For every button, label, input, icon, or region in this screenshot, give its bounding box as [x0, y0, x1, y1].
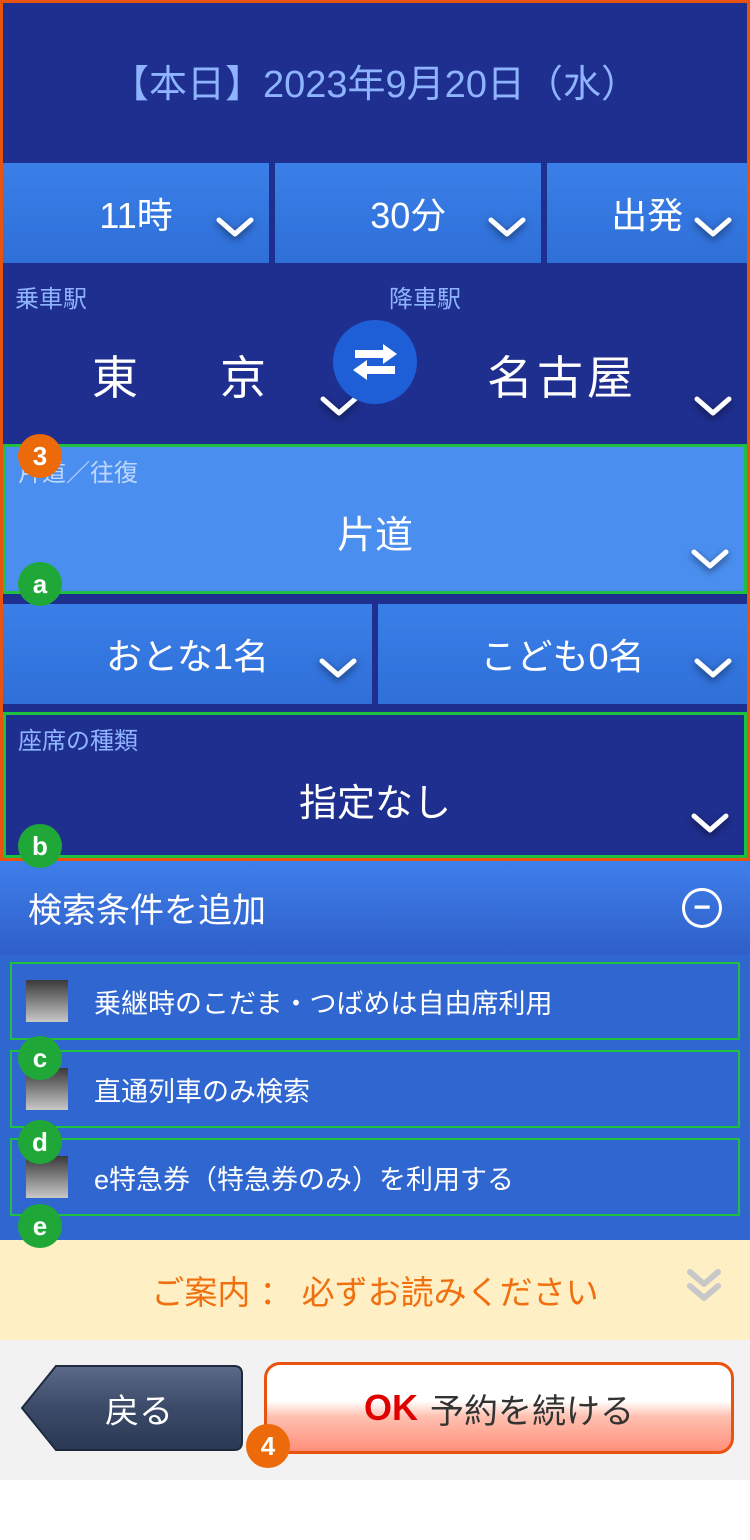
condition-direct-only[interactable]: 直通列車のみ検索 [10, 1050, 740, 1128]
from-station-name: 東 京 [15, 342, 361, 408]
from-label: 乗車駅 [15, 279, 361, 314]
ok-text: 予約を続ける [430, 1384, 634, 1433]
ok-continue-button[interactable]: OK 予約を続ける [264, 1362, 734, 1454]
annotation-e: e [18, 1204, 62, 1248]
trip-type-label: 片道／往復 [18, 453, 732, 488]
time-row: 11時 30分 出発 [3, 163, 747, 269]
condition-label: 乗継時のこだま・つばめは自由席利用 [94, 982, 552, 1021]
minute-value: 30分 [370, 187, 446, 239]
condition-kodama-free-seat[interactable]: 乗継時のこだま・つばめは自由席利用 [10, 962, 740, 1040]
annotation-3: 3 [18, 434, 62, 478]
chevron-down-icon [318, 648, 358, 690]
depart-value: 出発 [611, 187, 683, 239]
date-text: 【本日】2023年9月20日（水） [111, 64, 639, 106]
annotation-4: 4 [246, 1424, 290, 1468]
adult-value: おとな1名 [106, 628, 269, 680]
back-label: 戻る [105, 1384, 173, 1433]
swap-arrows-icon [349, 336, 401, 388]
to-station-name: 名古屋 [389, 342, 735, 408]
to-label: 降車駅 [389, 279, 735, 314]
collapse-icon: − [682, 888, 722, 928]
notice-expand[interactable]: ご案内 ： 必ずお読みください [0, 1240, 750, 1340]
chevron-down-icon [693, 207, 733, 249]
checkbox-icon[interactable] [26, 980, 68, 1022]
swap-stations-button[interactable] [333, 320, 417, 404]
seat-type-value: 指定なし [18, 772, 732, 827]
chevron-down-icon [693, 395, 733, 424]
chevron-down-icon [487, 207, 527, 249]
depart-arrive-select[interactable]: 出発 [547, 163, 747, 263]
chevron-down-icon [690, 548, 730, 577]
chevron-down-icon [690, 812, 730, 841]
minute-select[interactable]: 30分 [275, 163, 541, 263]
condition-label: e特急券（特急券のみ）を利用する [94, 1158, 514, 1197]
trip-type-select[interactable]: 片道／往復 片道 [3, 444, 747, 594]
seat-type-label: 座席の種類 [18, 721, 732, 756]
annotation-a: a [18, 562, 62, 606]
annotation-b: b [18, 824, 62, 868]
expand-double-chevron-icon [682, 1264, 726, 1316]
hour-value: 11時 [99, 187, 172, 239]
chevron-down-icon [693, 648, 733, 690]
conditions-list: 乗継時のこだま・つばめは自由席利用 直通列車のみ検索 e特急券（特急券のみ）を利… [0, 954, 750, 1240]
back-button[interactable]: 戻る [16, 1362, 246, 1454]
annotation-c: c [18, 1036, 62, 1080]
notice-text: ご案内 ： 必ずお読みください [151, 1274, 598, 1311]
condition-label: 直通列車のみ検索 [94, 1070, 310, 1109]
adult-count-select[interactable]: おとな1名 [3, 604, 372, 704]
chevron-down-icon [215, 207, 255, 249]
button-row: 戻る OK 予約を続ける [0, 1340, 750, 1480]
annotation-d: d [18, 1120, 62, 1164]
station-row: 乗車駅 東 京 降車駅 名古屋 [3, 269, 747, 438]
seat-type-select[interactable]: 座席の種類 指定なし [3, 712, 747, 858]
child-value: こども0名 [480, 628, 644, 680]
add-conditions-label: 検索条件を追加 [28, 883, 266, 932]
hour-select[interactable]: 11時 [3, 163, 269, 263]
date-selector[interactable]: 【本日】2023年9月20日（水） [3, 3, 747, 163]
trip-type-value: 片道 [18, 504, 732, 559]
child-count-select[interactable]: こども0名 [378, 604, 747, 704]
from-station-select[interactable]: 乗車駅 東 京 [3, 273, 373, 438]
chevron-down-icon [319, 395, 359, 424]
passenger-row: おとな1名 こども0名 [3, 604, 747, 704]
add-conditions-toggle[interactable]: 検索条件を追加 − [0, 861, 750, 954]
booking-screen: 【本日】2023年9月20日（水） 11時 30分 出発 [0, 0, 750, 1480]
ok-prefix: OK [364, 1387, 418, 1429]
main-search-panel: 【本日】2023年9月20日（水） 11時 30分 出発 [0, 0, 750, 861]
to-station-select[interactable]: 降車駅 名古屋 [377, 273, 747, 438]
condition-e-express-ticket[interactable]: e特急券（特急券のみ）を利用する [10, 1138, 740, 1216]
